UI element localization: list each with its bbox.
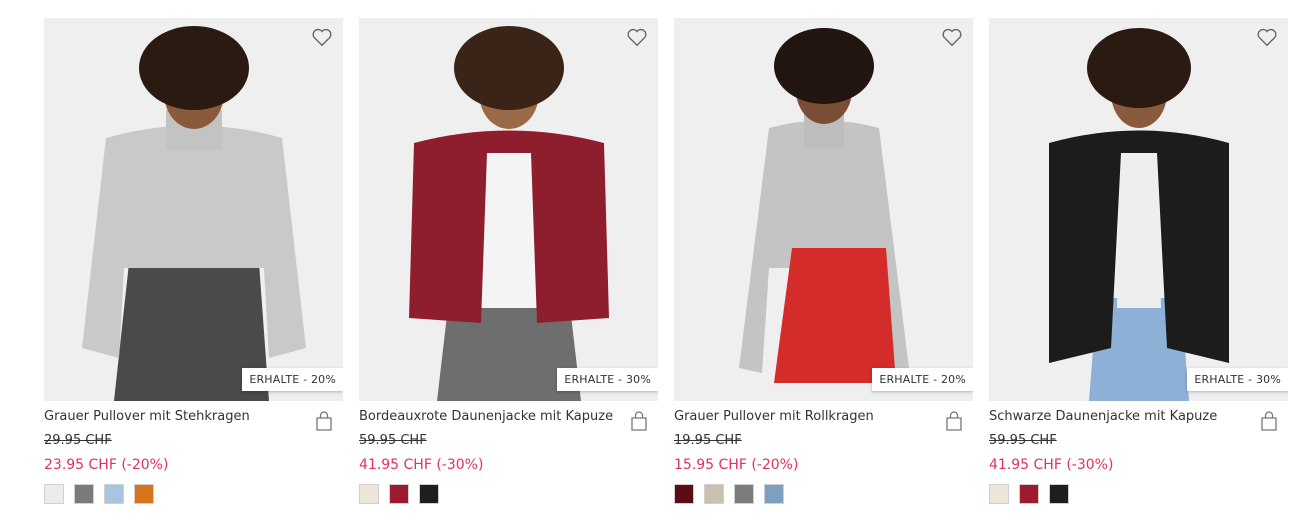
original-price: 29.95 CHF [44, 433, 112, 448]
product-name[interactable]: Bordeauxrote Daunenjacke mit Kapuze [359, 409, 658, 427]
original-price: 59.95 CHF [359, 433, 427, 448]
product-grid: ERHALTE - 20% Grauer Pullover mit Stehkr… [0, 0, 1304, 522]
discount-badge: ERHALTE - 20% [242, 368, 343, 391]
model-photo [739, 28, 909, 383]
color-swatch[interactable] [674, 484, 694, 504]
shopping-bag-icon[interactable] [1260, 411, 1278, 431]
color-swatch[interactable] [734, 484, 754, 504]
color-swatch[interactable] [104, 484, 124, 504]
color-swatches [359, 484, 658, 504]
shopping-bag-icon[interactable] [945, 411, 963, 431]
model-photo [409, 26, 609, 401]
color-swatch[interactable] [359, 484, 379, 504]
color-swatch[interactable] [389, 484, 409, 504]
model-photo [1049, 28, 1229, 401]
color-swatch[interactable] [44, 484, 64, 504]
product-name[interactable]: Grauer Pullover mit Stehkragen [44, 409, 343, 427]
color-swatches [989, 484, 1288, 504]
heart-icon[interactable] [311, 26, 333, 48]
model-photo [82, 26, 306, 401]
color-swatches [44, 484, 343, 504]
heart-icon[interactable] [941, 26, 963, 48]
sale-price: 23.95 CHF (-20%) [44, 457, 169, 473]
color-swatch[interactable] [764, 484, 784, 504]
sale-price: 15.95 CHF (-20%) [674, 457, 799, 473]
product-card[interactable]: ERHALTE - 30% Schwarze Daunenjacke mit K… [989, 18, 1288, 504]
product-card[interactable]: ERHALTE - 30% Bordeauxrote Daunenjacke m… [359, 18, 658, 504]
sale-price: 41.95 CHF (-30%) [359, 457, 484, 473]
shopping-bag-icon[interactable] [315, 411, 333, 431]
color-swatch[interactable] [1049, 484, 1069, 504]
product-card[interactable]: ERHALTE - 20% Grauer Pullover mit Rollkr… [674, 18, 973, 504]
product-name[interactable]: Grauer Pullover mit Rollkragen [674, 409, 973, 427]
color-swatch[interactable] [74, 484, 94, 504]
color-swatch[interactable] [134, 484, 154, 504]
heart-icon[interactable] [626, 26, 648, 48]
shopping-bag-icon[interactable] [630, 411, 648, 431]
color-swatch[interactable] [1019, 484, 1039, 504]
discount-badge: ERHALTE - 20% [872, 368, 973, 391]
product-image[interactable]: ERHALTE - 20% [674, 18, 973, 401]
color-swatch[interactable] [704, 484, 724, 504]
discount-badge: ERHALTE - 30% [1187, 368, 1288, 391]
product-card[interactable]: ERHALTE - 20% Grauer Pullover mit Stehkr… [44, 18, 343, 504]
original-price: 59.95 CHF [989, 433, 1057, 448]
product-image[interactable]: ERHALTE - 30% [359, 18, 658, 401]
product-name[interactable]: Schwarze Daunenjacke mit Kapuze [989, 409, 1288, 427]
discount-badge: ERHALTE - 30% [557, 368, 658, 391]
product-image[interactable]: ERHALTE - 30% [989, 18, 1288, 401]
original-price: 19.95 CHF [674, 433, 742, 448]
color-swatches [674, 484, 973, 504]
color-swatch[interactable] [989, 484, 1009, 504]
product-image[interactable]: ERHALTE - 20% [44, 18, 343, 401]
heart-icon[interactable] [1256, 26, 1278, 48]
sale-price: 41.95 CHF (-30%) [989, 457, 1114, 473]
color-swatch[interactable] [419, 484, 439, 504]
